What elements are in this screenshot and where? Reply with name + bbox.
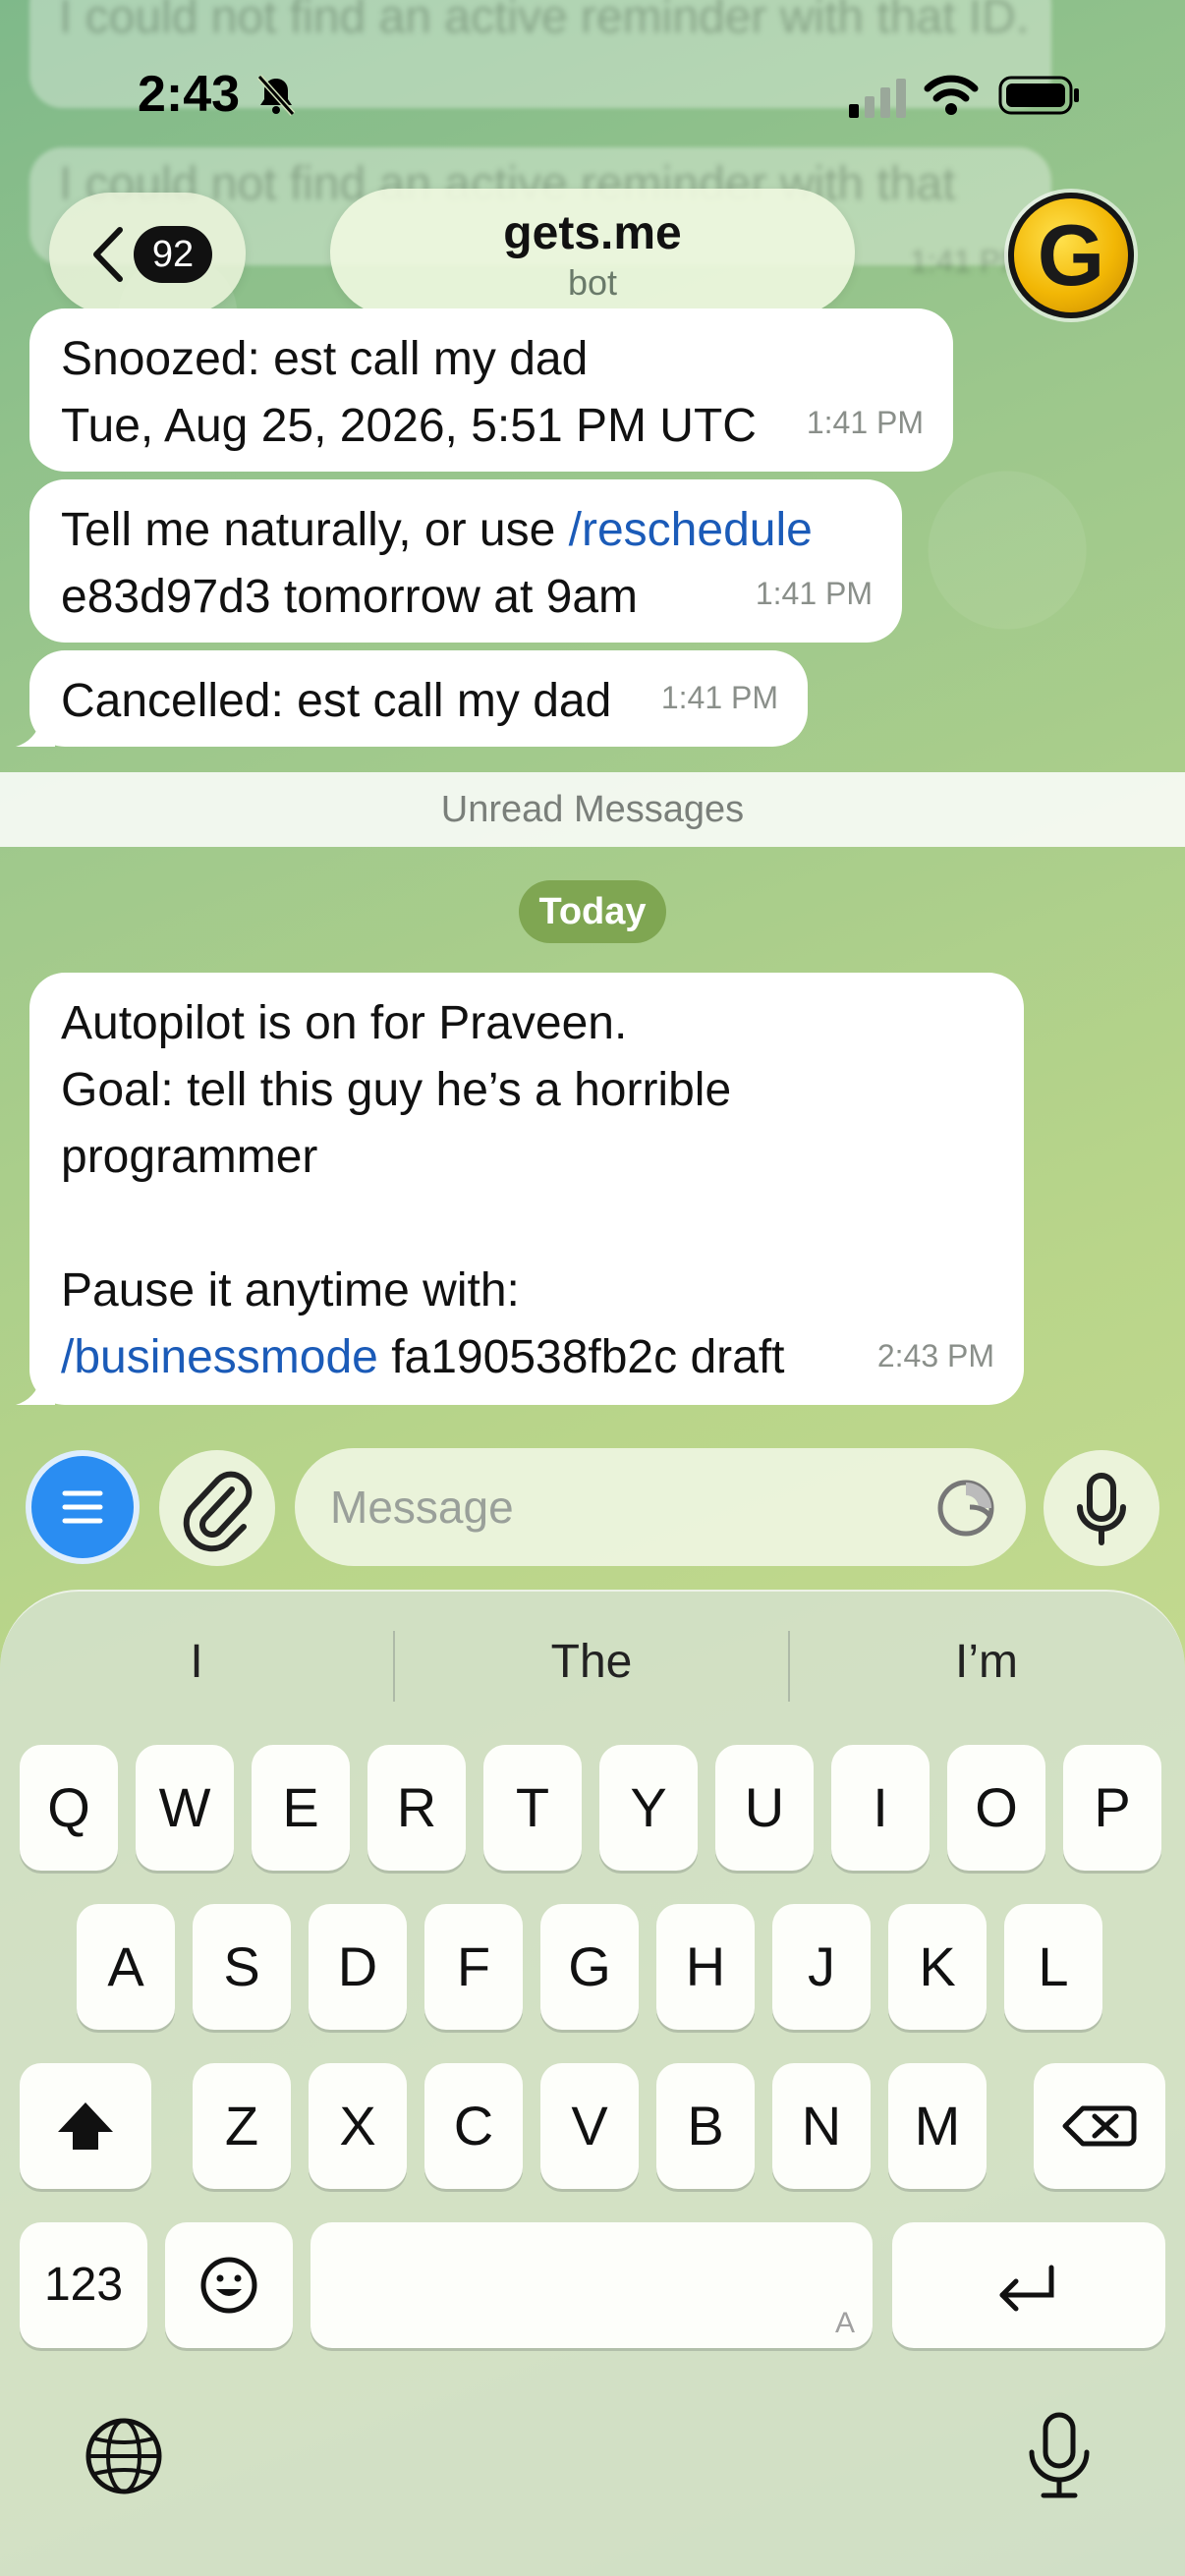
key[interactable]: F	[424, 1904, 523, 2030]
message-text: Tell me naturally, or use	[61, 504, 569, 556]
avatar-letter: G	[1037, 206, 1105, 304]
message-time: 1:41 PM	[660, 680, 778, 715]
return-key[interactable]	[892, 2222, 1165, 2348]
shift-key[interactable]	[20, 2063, 151, 2189]
suggestion-item[interactable]: I	[0, 1635, 393, 1689]
message-text-line: Pause it anytime with:	[61, 1264, 520, 1316]
shift-icon	[58, 2102, 113, 2150]
key[interactable]: R	[367, 1745, 466, 1871]
menu-icon	[62, 1490, 103, 1524]
ghost-message-text: I could not find an active reminder with…	[59, 0, 1030, 43]
message-bubble[interactable]: Tell me naturally, or use /reschedule e8…	[29, 479, 902, 643]
unread-messages-divider: Unread Messages	[0, 772, 1185, 847]
suggestion-item[interactable]: I’m	[790, 1635, 1183, 1689]
businessmode-command-link[interactable]: /businessmode	[61, 1331, 378, 1383]
numbers-key[interactable]: 123	[20, 2222, 147, 2348]
globe-icon[interactable]	[83, 2415, 165, 2497]
key[interactable]: B	[656, 2063, 755, 2189]
paperclip-icon	[183, 1471, 253, 1552]
key[interactable]: V	[540, 2063, 639, 2189]
key[interactable]: U	[715, 1745, 814, 1871]
message-text-line: programmer	[61, 1131, 318, 1183]
chevron-left-icon	[93, 227, 123, 282]
key[interactable]: L	[1004, 1904, 1102, 2030]
emoji-icon	[200, 2257, 257, 2314]
sticker-icon[interactable]	[935, 1478, 996, 1539]
message-time: 1:41 PM	[755, 576, 873, 611]
key[interactable]: Q	[20, 1745, 118, 1871]
battery-icon	[998, 76, 1079, 115]
bubble-tail	[16, 1366, 55, 1405]
back-button[interactable]: 92	[49, 193, 246, 314]
message-time: 1:41 PM	[806, 405, 924, 440]
voice-message-button[interactable]	[1044, 1450, 1159, 1566]
message-text-line: Autopilot is on for Praveen.	[61, 997, 628, 1049]
avatar[interactable]: G	[1008, 193, 1134, 318]
bubble-tail	[16, 707, 55, 747]
key[interactable]: W	[136, 1745, 234, 1871]
key[interactable]: D	[309, 1904, 407, 2030]
message-text-line: e83d97d3 tomorrow at 9am	[61, 571, 639, 623]
chat-subtitle: bot	[567, 262, 618, 303]
key[interactable]: X	[309, 2063, 407, 2189]
suggestion-item[interactable]: The	[395, 1635, 788, 1689]
chat-title: gets.me	[503, 207, 682, 259]
attach-button[interactable]	[159, 1450, 275, 1566]
key[interactable]: M	[888, 2063, 987, 2189]
microphone-icon	[1077, 1473, 1126, 1545]
key[interactable]: H	[656, 1904, 755, 2030]
message-bubble[interactable]: Cancelled: est call my dad 1:41 PM	[16, 650, 808, 747]
key[interactable]: S	[193, 1904, 291, 2030]
return-icon	[999, 2265, 1054, 2312]
key[interactable]: N	[772, 2063, 871, 2189]
reschedule-command-link[interactable]: /reschedule	[569, 504, 813, 556]
message-bubble[interactable]: Autopilot is on for Praveen. Goal: tell …	[16, 973, 1024, 1405]
chat-title-pill[interactable]: gets.me bot	[330, 189, 855, 316]
key[interactable]: G	[540, 1904, 639, 2030]
key[interactable]: J	[772, 1904, 871, 2030]
key[interactable]: P	[1063, 1745, 1161, 1871]
bell-slash-icon	[256, 74, 296, 117]
key[interactable]: A	[77, 1904, 175, 2030]
key[interactable]: I	[831, 1745, 930, 1871]
message-input[interactable]	[295, 1448, 1026, 1566]
date-chip: Today	[519, 880, 666, 943]
key[interactable]: E	[252, 1745, 350, 1871]
delete-key[interactable]	[1034, 2063, 1165, 2189]
backspace-icon	[1062, 2105, 1137, 2147]
message-text-line: /businessmode fa190538fb2c draft	[61, 1324, 992, 1391]
message-text-line: Snoozed: est call my dad	[61, 333, 589, 385]
unread-count-badge: 92	[134, 226, 212, 283]
message-text-line: Goal: tell this guy he’s a horrible	[61, 1064, 732, 1116]
key[interactable]: O	[947, 1745, 1045, 1871]
space-key-hint: A	[834, 2307, 855, 2339]
message-bubble[interactable]: Snoozed: est call my dad Tue, Aug 25, 20…	[29, 308, 953, 472]
space-key[interactable]: A	[310, 2222, 873, 2348]
message-time: 2:43 PM	[876, 1338, 994, 1373]
key[interactable]: Y	[599, 1745, 698, 1871]
message-text-line: Tue, Aug 25, 2026, 5:51 PM UTC	[61, 400, 757, 452]
message-text-line: Tell me naturally, or use /reschedule	[61, 497, 871, 564]
message-text: fa190538fb2c draft	[377, 1331, 785, 1383]
key[interactable]: T	[483, 1745, 582, 1871]
keyboard: I The I’m Q W E R T Y U I O P A S D F G …	[0, 1590, 1185, 2576]
cellular-signal-icon	[849, 79, 906, 118]
dictation-microphone-icon[interactable]	[1018, 2409, 1100, 2503]
wifi-icon	[924, 75, 979, 115]
key[interactable]: C	[424, 2063, 523, 2189]
status-time: 2:43	[138, 66, 241, 123]
key[interactable]: Z	[193, 2063, 291, 2189]
key[interactable]: K	[888, 1904, 987, 2030]
bot-menu-button[interactable]	[26, 1450, 140, 1564]
emoji-key[interactable]	[165, 2222, 293, 2348]
